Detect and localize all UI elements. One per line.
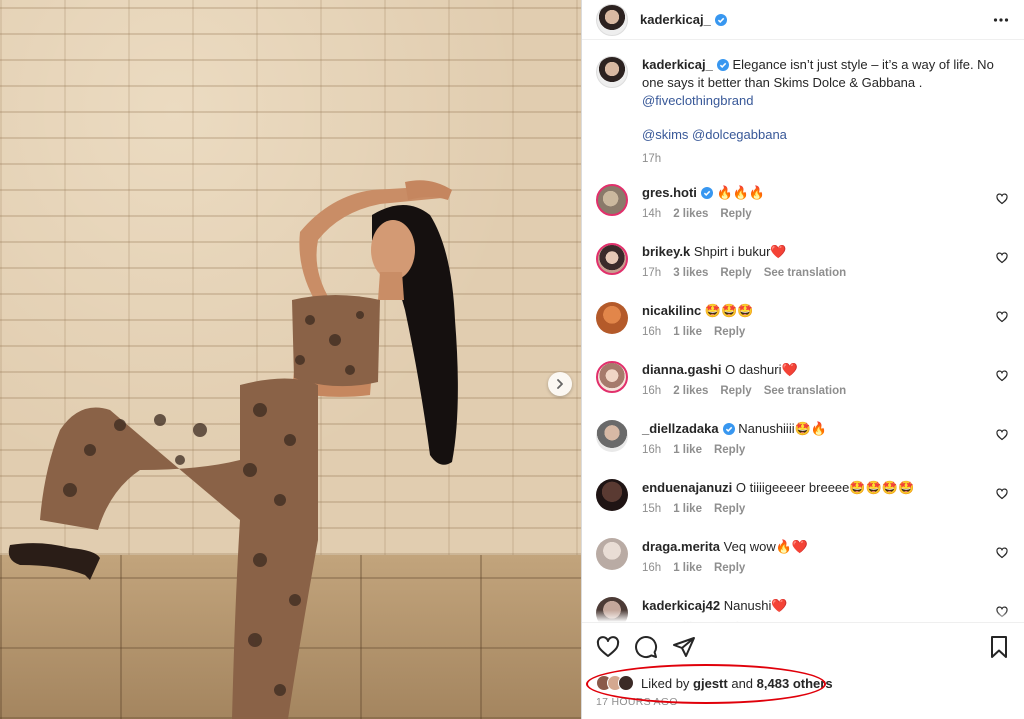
reply-button[interactable]: Reply [714, 326, 745, 338]
comment-list: gres.hoti 🔥🔥🔥 14h 2 likes Reply brikey.k Shp… [596, 184, 1010, 622]
bookmark-icon[interactable] [988, 635, 1010, 659]
likes-user[interactable]: gjestt [693, 676, 728, 691]
instagram-post: kaderkicaj_ kaderkicaj_ Elegance isn’t j… [0, 0, 1024, 719]
comment-time: 16h [642, 444, 662, 456]
comment-text: 🤩🤩🤩 [704, 303, 754, 318]
commenter-avatar[interactable] [596, 361, 628, 393]
reply-button[interactable]: Reply [720, 385, 751, 397]
comment-row: _diellzadaka Nanushiiii🤩🔥 16h 1 like Reply [596, 420, 1010, 463]
comment-time: 15h [642, 503, 662, 515]
post-media[interactable] [0, 0, 581, 719]
post-side-panel: kaderkicaj_ kaderkicaj_ Elegance isn’t j… [581, 0, 1024, 719]
reply-button[interactable]: Reply [714, 562, 745, 574]
commenter-username[interactable]: nicakilinc [642, 303, 701, 318]
comment-time: 16h [642, 562, 662, 574]
caption-owner-avatar[interactable] [596, 56, 628, 88]
commenter-avatar[interactable] [596, 302, 628, 334]
likes-summary[interactable]: Liked by gjestt and 8,483 others [582, 664, 1024, 704]
model-photo [8, 180, 458, 719]
commenter-avatar[interactable] [596, 420, 628, 452]
caption-meta: 17h [642, 150, 1010, 168]
likes-others[interactable]: 8,483 others [757, 676, 833, 691]
more-options-icon[interactable] [992, 11, 1010, 29]
commenter-avatar[interactable] [596, 479, 628, 511]
next-photo-button[interactable] [548, 372, 572, 396]
comment-text: Shpirt i bukur❤️ [693, 244, 787, 259]
comment-icon[interactable] [634, 635, 658, 659]
verified-badge-icon [714, 13, 727, 26]
reply-button[interactable]: Reply [714, 444, 745, 456]
comment-like-heart-icon[interactable] [996, 429, 1008, 441]
caption-mention-links[interactable]: @skims @dolcegabbana [642, 127, 787, 142]
comment-text: 🔥🔥🔥 [716, 185, 766, 200]
comment-like-heart-icon[interactable] [996, 370, 1008, 382]
comment-time: 14h [642, 208, 662, 220]
likes-and: and [731, 675, 754, 691]
comment-time: 16h [642, 326, 662, 338]
share-icon[interactable] [672, 635, 696, 659]
commenter-username[interactable]: brikey.k [642, 244, 690, 259]
comment-like-heart-icon[interactable] [996, 311, 1008, 323]
commenter-avatar[interactable] [596, 184, 628, 216]
post-actions [582, 622, 1024, 670]
comment-likes[interactable]: 2 likes [673, 385, 708, 397]
heart-icon[interactable] [596, 635, 620, 659]
commenter-avatar[interactable] [596, 538, 628, 570]
likes-prefix: Liked by [641, 675, 690, 691]
comment-likes[interactable]: 1 like [673, 326, 702, 338]
post-time-ago: 17 HOURS AGO [596, 696, 678, 708]
comments-scroll-area[interactable]: kaderkicaj_ Elegance isn’t just style – … [582, 40, 1024, 622]
comment-text: O dashuri❤️ [725, 362, 798, 377]
reply-button[interactable]: Reply [720, 208, 751, 220]
reply-button[interactable]: Reply [714, 503, 745, 515]
chevron-right-icon [557, 379, 563, 389]
caption-mentions: @skims @dolcegabbana [642, 126, 1010, 144]
commenter-avatar[interactable] [596, 243, 628, 275]
commenter-username[interactable]: dianna.gashi [642, 362, 721, 377]
comment-like-heart-icon[interactable] [996, 193, 1008, 205]
comment-likes[interactable]: 3 likes [673, 267, 708, 279]
owner-avatar[interactable] [596, 3, 628, 36]
commenter-username[interactable]: enduenajanuzi [642, 480, 732, 495]
comment-row: dianna.gashi O dashuri❤️ 16h 2 likes Reply S… [596, 361, 1010, 404]
see-translation-button[interactable]: See translation [764, 385, 846, 397]
liker-avatars [596, 675, 634, 691]
commenter-username[interactable]: draga.merita [642, 539, 720, 554]
comment-likes[interactable]: 1 like [673, 444, 702, 456]
comment-like-heart-icon[interactable] [996, 547, 1008, 559]
owner-username[interactable]: kaderkicaj_ [640, 12, 711, 27]
scroll-fade [582, 610, 1024, 622]
caption-time: 17h [642, 153, 662, 165]
comment-row: brikey.k Shpirt i bukur❤️ 17h 3 likes Reply… [596, 243, 1010, 286]
reply-button[interactable]: Reply [720, 267, 751, 279]
commenter-username[interactable]: gres.hoti [642, 185, 697, 200]
caption: kaderkicaj_ Elegance isn’t just style – … [596, 56, 1010, 168]
post-header: kaderkicaj_ [582, 0, 1024, 40]
comment-likes[interactable]: 1 like [673, 562, 702, 574]
comment-text: O tiiiigeeeer breeee🤩🤩🤩🤩 [735, 480, 915, 495]
comment-like-heart-icon[interactable] [996, 488, 1008, 500]
verified-badge-icon [722, 423, 735, 435]
comment-time: 17h [642, 267, 662, 279]
see-translation-button[interactable]: See translation [764, 267, 846, 279]
comment-like-heart-icon[interactable] [996, 252, 1008, 264]
verified-badge-icon [700, 187, 713, 199]
caption-brand-link[interactable]: @fiveclothingbrand [642, 93, 753, 108]
caption-text: kaderkicaj_ Elegance isn’t just style – … [642, 56, 1010, 110]
comment-text: Nanushiiii🤩🔥 [738, 421, 827, 436]
comment-row: draga.merita Veq wow🔥❤️ 16h 1 like Reply [596, 538, 1010, 581]
comment-row: enduenajanuzi O tiiiigeeeer breeee🤩🤩🤩🤩 15… [596, 479, 1010, 522]
comment-time: 16h [642, 385, 662, 397]
comment-row: nicakilinc 🤩🤩🤩 16h 1 like Reply [596, 302, 1010, 345]
commenter-username[interactable]: _diellzadaka [642, 421, 719, 436]
comment-text: Veq wow🔥❤️ [723, 539, 809, 554]
liker-avatar [618, 675, 634, 691]
comment-likes[interactable]: 1 like [673, 503, 702, 515]
comment-likes[interactable]: 2 likes [673, 208, 708, 220]
comment-row: gres.hoti 🔥🔥🔥 14h 2 likes Reply [596, 184, 1010, 227]
verified-badge-icon [716, 59, 729, 71]
caption-username[interactable]: kaderkicaj_ [642, 57, 713, 72]
